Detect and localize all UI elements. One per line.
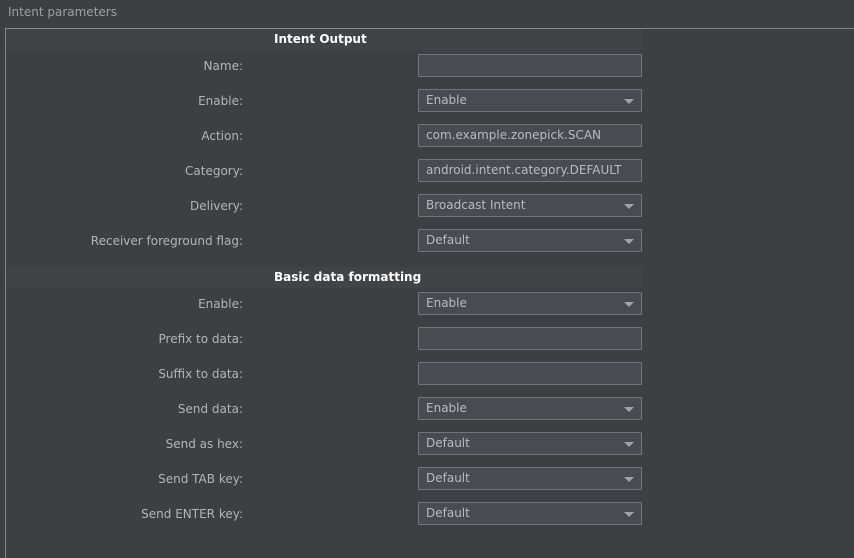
chevron-down-icon[interactable] [624,239,634,244]
text-input-category[interactable]: android.intent.category.DEFAULT [418,159,642,182]
dropdown-send-data[interactable]: Enable [418,397,642,420]
field-label-enable: Enable: [198,297,243,311]
field-value-receiver-foreground-flag: Default [426,233,470,247]
field-label-name: Name: [203,59,243,73]
field-label-action: Action: [201,129,243,143]
form-row-delivery: Delivery: Broadcast Intent [6,190,854,225]
field-label-delivery: Delivery: [190,199,243,213]
sections-container: Intent Output Name: Enable: Enable Action: co… [6,29,854,533]
form-row-name: Name: [6,50,854,85]
chevron-down-icon[interactable] [624,302,634,307]
section-title: Intent Output [274,32,367,46]
dropdown-send-enter-key[interactable]: Default [418,502,642,525]
form-row-send-as-hex: Send as hex: Default [6,428,854,463]
field-value-enable: Enable [426,93,467,107]
dropdown-enable[interactable]: Enable [418,89,642,112]
form-row-send-data: Send data: Enable [6,393,854,428]
chevron-down-icon[interactable] [624,477,634,482]
form-row-enable: Enable: Enable [6,85,854,120]
text-input-action[interactable]: com.example.zonepick.SCAN [418,124,642,147]
field-label-send-as-hex: Send as hex: [165,437,243,451]
form-row-category: Category: android.intent.category.DEFAULT [6,155,854,190]
field-label-send-tab-key: Send TAB key: [158,472,243,486]
form-row-prefix-to-data: Prefix to data: [6,323,854,358]
chevron-down-icon[interactable] [624,204,634,209]
field-label-enable: Enable: [198,94,243,108]
text-input-suffix-to-data[interactable] [418,362,642,385]
section-title: Basic data formatting [274,270,422,284]
form-row-suffix-to-data: Suffix to data: [6,358,854,393]
section-rows: Enable: Enable Prefix to data: Suffix to da… [6,288,854,533]
field-value-send-tab-key: Default [426,471,470,485]
field-label-prefix-to-data: Prefix to data: [158,332,244,346]
dropdown-enable[interactable]: Enable [418,292,642,315]
section-rows: Name: Enable: Enable Action: com.example.zon… [6,50,854,260]
dropdown-delivery[interactable]: Broadcast Intent [418,194,642,217]
field-label-suffix-to-data: Suffix to data: [158,367,243,381]
form-row-enable: Enable: Enable [6,288,854,323]
field-label-category: Category: [185,164,243,178]
field-value-action: com.example.zonepick.SCAN [426,128,602,142]
form-row-receiver-foreground-flag: Receiver foreground flag: Default [6,225,854,260]
form-row-action: Action: com.example.zonepick.SCAN [6,120,854,155]
chevron-down-icon[interactable] [624,407,634,412]
intent-parameters-screen: Intent parameters Intent Output Name: Enab… [0,0,854,558]
field-value-delivery: Broadcast Intent [426,198,526,212]
text-input-name[interactable] [418,54,642,77]
form-row-send-enter-key: Send ENTER key: Default [6,498,854,533]
dropdown-send-tab-key[interactable]: Default [418,467,642,490]
field-value-send-data: Enable [426,401,467,415]
dropdown-send-as-hex[interactable]: Default [418,432,642,455]
form-row-send-tab-key: Send TAB key: Default [6,463,854,498]
field-value-category: android.intent.category.DEFAULT [426,163,622,177]
chevron-down-icon[interactable] [624,512,634,517]
dropdown-receiver-foreground-flag[interactable]: Default [418,229,642,252]
field-label-send-enter-key: Send ENTER key: [141,507,243,521]
page-title: Intent parameters [8,5,117,19]
field-value-send-enter-key: Default [426,506,470,520]
section-header: Intent Output [6,29,642,50]
field-label-send-data: Send data: [177,402,243,416]
field-value-enable: Enable [426,296,467,310]
chevron-down-icon[interactable] [624,99,634,104]
field-value-send-as-hex: Default [426,436,470,450]
chevron-down-icon[interactable] [624,442,634,447]
panel-content: Intent Output Name: Enable: Enable Action: co… [6,29,854,558]
intent-parameters-panel: Intent Output Name: Enable: Enable Action: co… [5,28,854,558]
section-header: Basic data formatting [6,267,642,288]
field-label-receiver-foreground-flag: Receiver foreground flag: [90,234,243,248]
text-input-prefix-to-data[interactable] [418,327,642,350]
